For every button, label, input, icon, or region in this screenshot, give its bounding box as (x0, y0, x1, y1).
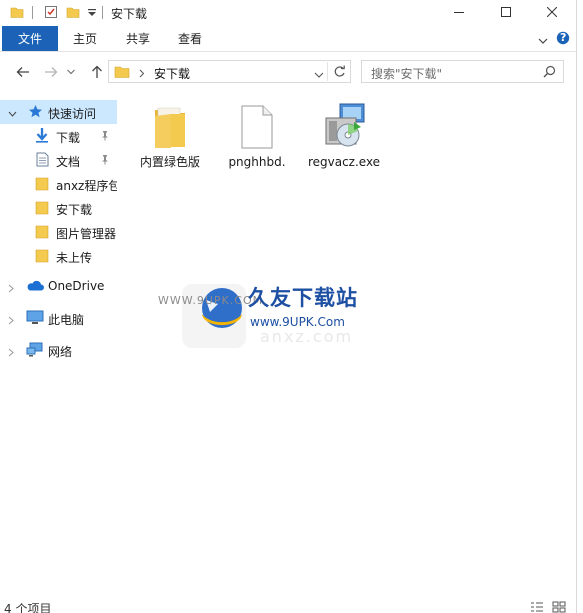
file-explorer-window: 安下载 文件 主页 共享 查看 ? 安下载 搜索"安下载" 快速访问 下载 文档… (0, 0, 577, 613)
pin-icon[interactable] (100, 130, 110, 144)
sidebar-item-label: 网络 (48, 345, 73, 359)
star-icon (28, 104, 43, 122)
tab-share[interactable]: 共享 (126, 26, 150, 51)
window-title: 安下载 (111, 7, 148, 21)
chevron-right-icon[interactable] (8, 314, 15, 328)
folder-icon (127, 98, 213, 150)
new-folder-icon[interactable] (66, 5, 80, 22)
address-history-icon[interactable] (314, 68, 324, 82)
folder-icon (35, 176, 49, 194)
help-label: ? (560, 31, 567, 44)
chevron-right-icon[interactable] (8, 282, 15, 296)
sidebar-item-downloads[interactable]: 下载 (0, 124, 117, 148)
maximize-icon (501, 7, 511, 17)
folder-icon (35, 224, 49, 242)
search-icon[interactable] (543, 65, 556, 81)
sidebar-item-network[interactable]: 网络 (0, 338, 117, 362)
title-separator (32, 6, 33, 19)
sidebar-item-label: 安下载 (56, 203, 93, 217)
close-icon (547, 7, 557, 17)
search-placeholder: 搜索"安下载" (371, 67, 443, 81)
back-button[interactable] (12, 62, 34, 82)
help-button[interactable]: ? (556, 31, 570, 48)
computer-icon (26, 310, 44, 328)
sidebar-item-this-pc[interactable]: 此电脑 (0, 306, 117, 330)
cloud-icon (26, 280, 44, 294)
folder-icon (35, 200, 49, 218)
ribbon-tabs: 文件 主页 共享 查看 ? (0, 26, 576, 52)
sidebar-item-label: 图片管理器 (56, 227, 117, 241)
sidebar-item-not-uploaded[interactable]: 未上传 (0, 244, 117, 268)
tab-file[interactable]: 文件 (2, 26, 58, 51)
sidebar-item-anxiazai[interactable]: 安下载 (0, 196, 117, 220)
large-icons-view-icon[interactable] (552, 601, 566, 613)
search-input[interactable]: 搜索"安下载" (361, 60, 564, 83)
arrow-up-icon (92, 65, 102, 78)
document-icon (36, 152, 49, 170)
download-arrow-icon (35, 127, 49, 146)
sidebar-item-documents[interactable]: 文档 (0, 148, 117, 172)
chevron-down-icon (67, 69, 75, 75)
navigation-pane: 快速访问 下载 文档 anxz程序包 安下载 图片管理器 未上传 OneDriv… (0, 96, 117, 596)
navigation-bar: 安下载 搜索"安下载" (0, 56, 576, 88)
tab-home[interactable]: 主页 (73, 26, 97, 51)
folder-icon (10, 5, 24, 22)
sidebar-item-onedrive[interactable]: OneDrive (0, 274, 117, 298)
file-item-blank[interactable]: pnghhbd. (214, 98, 300, 170)
address-separator (327, 62, 328, 81)
sidebar-item-quick-access[interactable]: 快速访问 (0, 100, 117, 124)
customize-toolbar-dropdown-icon[interactable] (88, 7, 96, 21)
network-icon (26, 342, 44, 360)
sidebar-item-label: 下载 (56, 131, 81, 145)
file-name: pnghhbd. (228, 155, 286, 169)
title-separator (102, 6, 103, 19)
pin-icon[interactable] (100, 154, 110, 168)
title-bar: 安下载 (0, 0, 576, 26)
chevron-down-icon[interactable] (8, 107, 17, 121)
chevron-right-icon[interactable] (8, 346, 15, 360)
details-view-icon[interactable] (530, 601, 544, 613)
expand-ribbon-icon[interactable] (538, 34, 548, 48)
refresh-icon[interactable] (333, 65, 346, 81)
forward-button[interactable] (40, 62, 62, 82)
up-button[interactable] (86, 62, 108, 82)
sidebar-item-label: anxz程序包 (56, 179, 117, 193)
tab-view[interactable]: 查看 (178, 26, 202, 51)
blank-file-icon (214, 98, 300, 150)
file-name: regvacz.exe (307, 155, 381, 169)
status-bar: 4 个项目 (0, 597, 576, 613)
folder-icon (114, 64, 130, 82)
properties-check-icon[interactable] (44, 5, 58, 22)
address-bar[interactable]: 安下载 (108, 60, 351, 83)
file-item-installer[interactable]: regvacz.exe (301, 98, 387, 170)
breadcrumb-current[interactable]: 安下载 (154, 65, 190, 82)
sidebar-item-label: 此电脑 (48, 313, 85, 327)
close-button[interactable] (529, 0, 575, 24)
sidebar-item-label: OneDrive (48, 279, 105, 293)
arrow-right-icon (45, 67, 58, 77)
sidebar-item-label: 快速访问 (48, 107, 97, 121)
maximize-button[interactable] (483, 0, 529, 24)
sidebar-item-image-manager[interactable]: 图片管理器 (0, 220, 117, 244)
arrow-left-icon (16, 67, 29, 77)
file-list: 内置绿色版 pnghhbd. regvacz.exe (118, 92, 576, 597)
file-name: 内置绿色版 (139, 155, 200, 169)
breadcrumb-chevron-icon[interactable] (139, 67, 145, 81)
sidebar-item-label: 文档 (56, 155, 81, 169)
folder-icon (35, 248, 49, 266)
item-count: 4 个项目 (4, 602, 52, 613)
minimize-button[interactable] (436, 0, 482, 24)
sidebar-item-label: 未上传 (56, 251, 93, 265)
file-item-folder[interactable]: 内置绿色版 (127, 98, 213, 170)
recent-locations-button[interactable] (64, 62, 78, 82)
minimize-icon (454, 12, 464, 13)
installer-icon (301, 98, 387, 150)
sidebar-item-anxz-package[interactable]: anxz程序包 (0, 172, 117, 196)
